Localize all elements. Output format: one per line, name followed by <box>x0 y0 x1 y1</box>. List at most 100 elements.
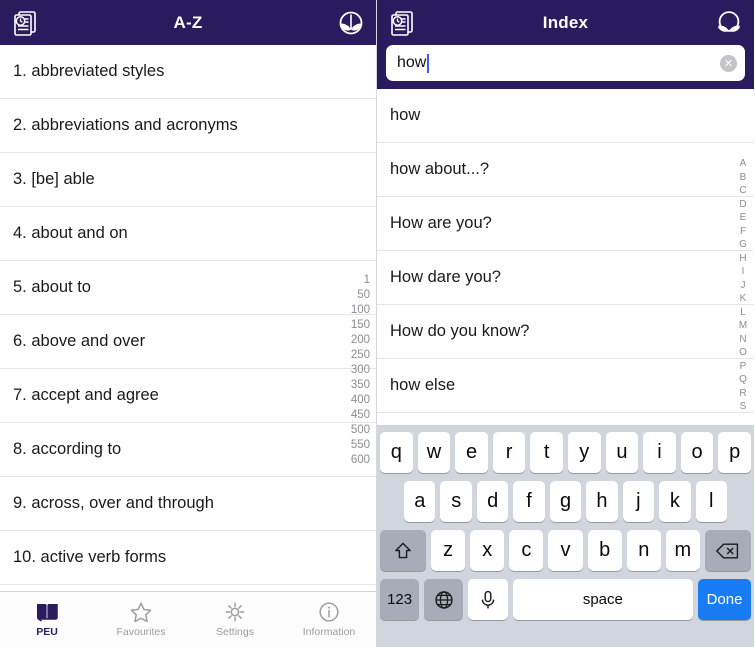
key-w[interactable]: w <box>417 432 451 473</box>
clear-icon[interactable]: ✕ <box>720 54 737 72</box>
list-item[interactable]: 8. according to <box>0 423 376 477</box>
alpha-index-item[interactable]: Q <box>739 373 747 387</box>
oxford-logo-icon[interactable] <box>714 8 744 38</box>
list-item[interactable]: 7. accept and agree <box>0 369 376 423</box>
key-x[interactable]: x <box>470 530 505 571</box>
alpha-index-item[interactable]: R <box>739 387 746 401</box>
list-item[interactable]: 10. active verb forms <box>0 531 376 585</box>
key-k[interactable]: k <box>659 481 691 522</box>
numeric-scroll-index[interactable]: 1 50 100 150 200 250 300 350 400 450 500… <box>351 273 370 468</box>
app-root: A-Z 1. abbreviated styles 2. abbreviatio… <box>0 0 755 647</box>
key-i[interactable]: i <box>643 432 676 473</box>
scroll-index-item[interactable]: 450 <box>351 408 370 423</box>
scroll-index-item[interactable]: 1 <box>364 273 370 288</box>
tab-label: Settings <box>216 626 254 638</box>
list-item[interactable]: 1. abbreviated styles <box>0 45 376 99</box>
tab-peu[interactable]: PEU <box>0 592 94 647</box>
alpha-index-item[interactable]: K <box>740 292 747 306</box>
alpha-index-item[interactable]: P <box>740 360 747 374</box>
alpha-index-item[interactable]: S <box>740 400 747 414</box>
list-item[interactable]: how <box>377 89 754 143</box>
list-item[interactable]: 9. across, over and through <box>0 477 376 531</box>
list-item[interactable]: 4. about and on <box>0 207 376 261</box>
key-z[interactable]: z <box>431 530 466 571</box>
alpha-index-item[interactable]: D <box>739 198 746 212</box>
list-item[interactable]: How do you know? <box>377 305 754 359</box>
scroll-index-item[interactable]: 100 <box>351 303 370 318</box>
list-item[interactable]: how about...? <box>377 143 754 197</box>
key-u[interactable]: u <box>605 432 639 473</box>
alpha-index-item[interactable]: C <box>739 184 746 198</box>
alpha-index-item[interactable]: G <box>739 238 747 252</box>
key-d[interactable]: d <box>476 481 509 522</box>
scroll-index-item[interactable]: 600 <box>351 453 370 468</box>
alpha-index-item[interactable]: F <box>740 225 746 239</box>
alpha-index-item[interactable]: H <box>739 252 746 266</box>
history-document-icon[interactable] <box>10 8 40 38</box>
alpha-index-item[interactable]: N <box>739 333 746 347</box>
key-h[interactable]: h <box>586 481 618 522</box>
scroll-index-item[interactable]: 250 <box>351 348 370 363</box>
tab-favourites[interactable]: Favourites <box>94 592 188 647</box>
scroll-index-item[interactable]: 300 <box>351 363 370 378</box>
key-a[interactable]: a <box>404 481 436 522</box>
list-item[interactable]: 2. abbreviations and acronyms <box>0 99 376 153</box>
list-item[interactable]: how else <box>377 359 754 413</box>
tab-settings[interactable]: Settings <box>188 592 282 647</box>
shift-key[interactable] <box>380 530 427 571</box>
search-bar-container: how ✕ <box>377 45 754 89</box>
key-g[interactable]: g <box>549 481 582 522</box>
alpha-index-item[interactable]: J <box>741 279 746 293</box>
key-m[interactable]: m <box>665 530 700 571</box>
alpha-index-item[interactable]: L <box>740 306 746 320</box>
scroll-index-item[interactable]: 200 <box>351 333 370 348</box>
key-n[interactable]: n <box>626 530 661 571</box>
alpha-index-item[interactable]: O <box>739 346 747 360</box>
key-o[interactable]: o <box>680 432 714 473</box>
az-entry-list[interactable]: 1. abbreviated styles 2. abbreviations a… <box>0 45 376 591</box>
scroll-index-item[interactable]: 550 <box>351 438 370 453</box>
key-j[interactable]: j <box>622 481 655 522</box>
scroll-index-item[interactable]: 50 <box>357 288 370 303</box>
done-key[interactable]: Done <box>698 579 751 620</box>
key-l[interactable]: l <box>695 481 727 522</box>
tab-information[interactable]: Information <box>282 592 376 647</box>
oxford-logo-icon[interactable] <box>336 8 366 38</box>
scroll-index-item[interactable]: 350 <box>351 378 370 393</box>
search-results-list[interactable]: how how about...? How are you? How dare … <box>377 89 754 416</box>
numbers-key[interactable]: 123 <box>380 579 420 620</box>
dictation-key[interactable] <box>468 579 508 620</box>
list-item[interactable]: 3. [be] able <box>0 153 376 207</box>
key-p[interactable]: p <box>718 432 751 473</box>
scroll-index-item[interactable]: 400 <box>351 393 370 408</box>
scroll-index-item[interactable]: 500 <box>351 423 370 438</box>
space-key[interactable]: space <box>512 579 694 620</box>
backspace-key[interactable] <box>704 530 751 571</box>
key-e[interactable]: e <box>455 432 488 473</box>
key-y[interactable]: y <box>568 432 601 473</box>
key-b[interactable]: b <box>587 530 622 571</box>
history-document-icon[interactable] <box>387 8 417 38</box>
list-item[interactable]: How dare you? <box>377 251 754 305</box>
alpha-index-item[interactable]: I <box>742 265 745 279</box>
alpha-index-item[interactable]: B <box>740 171 747 185</box>
key-f[interactable]: f <box>513 481 545 522</box>
key-t[interactable]: t <box>530 432 563 473</box>
alpha-index-item[interactable]: A <box>740 157 747 171</box>
alpha-index-item[interactable]: E <box>740 211 747 225</box>
alphabet-scroll-index[interactable]: A B C D E F G H I J K L M N O P Q R S <box>734 157 752 414</box>
list-item[interactable]: How are you? <box>377 197 754 251</box>
alpha-index-item[interactable]: M <box>739 319 747 333</box>
key-s[interactable]: s <box>440 481 472 522</box>
list-item[interactable]: 5. about to <box>0 261 376 315</box>
scroll-index-item[interactable]: 150 <box>351 318 370 333</box>
keyboard-row-3: z x c v b n m <box>380 530 751 571</box>
bottom-tab-bar: PEU Favourites Settings Information <box>0 591 376 647</box>
search-input[interactable]: how ✕ <box>386 45 745 81</box>
key-c[interactable]: c <box>509 530 544 571</box>
globe-key[interactable] <box>424 579 464 620</box>
key-v[interactable]: v <box>548 530 583 571</box>
key-q[interactable]: q <box>380 432 413 473</box>
key-r[interactable]: r <box>492 432 526 473</box>
list-item[interactable]: 6. above and over <box>0 315 376 369</box>
